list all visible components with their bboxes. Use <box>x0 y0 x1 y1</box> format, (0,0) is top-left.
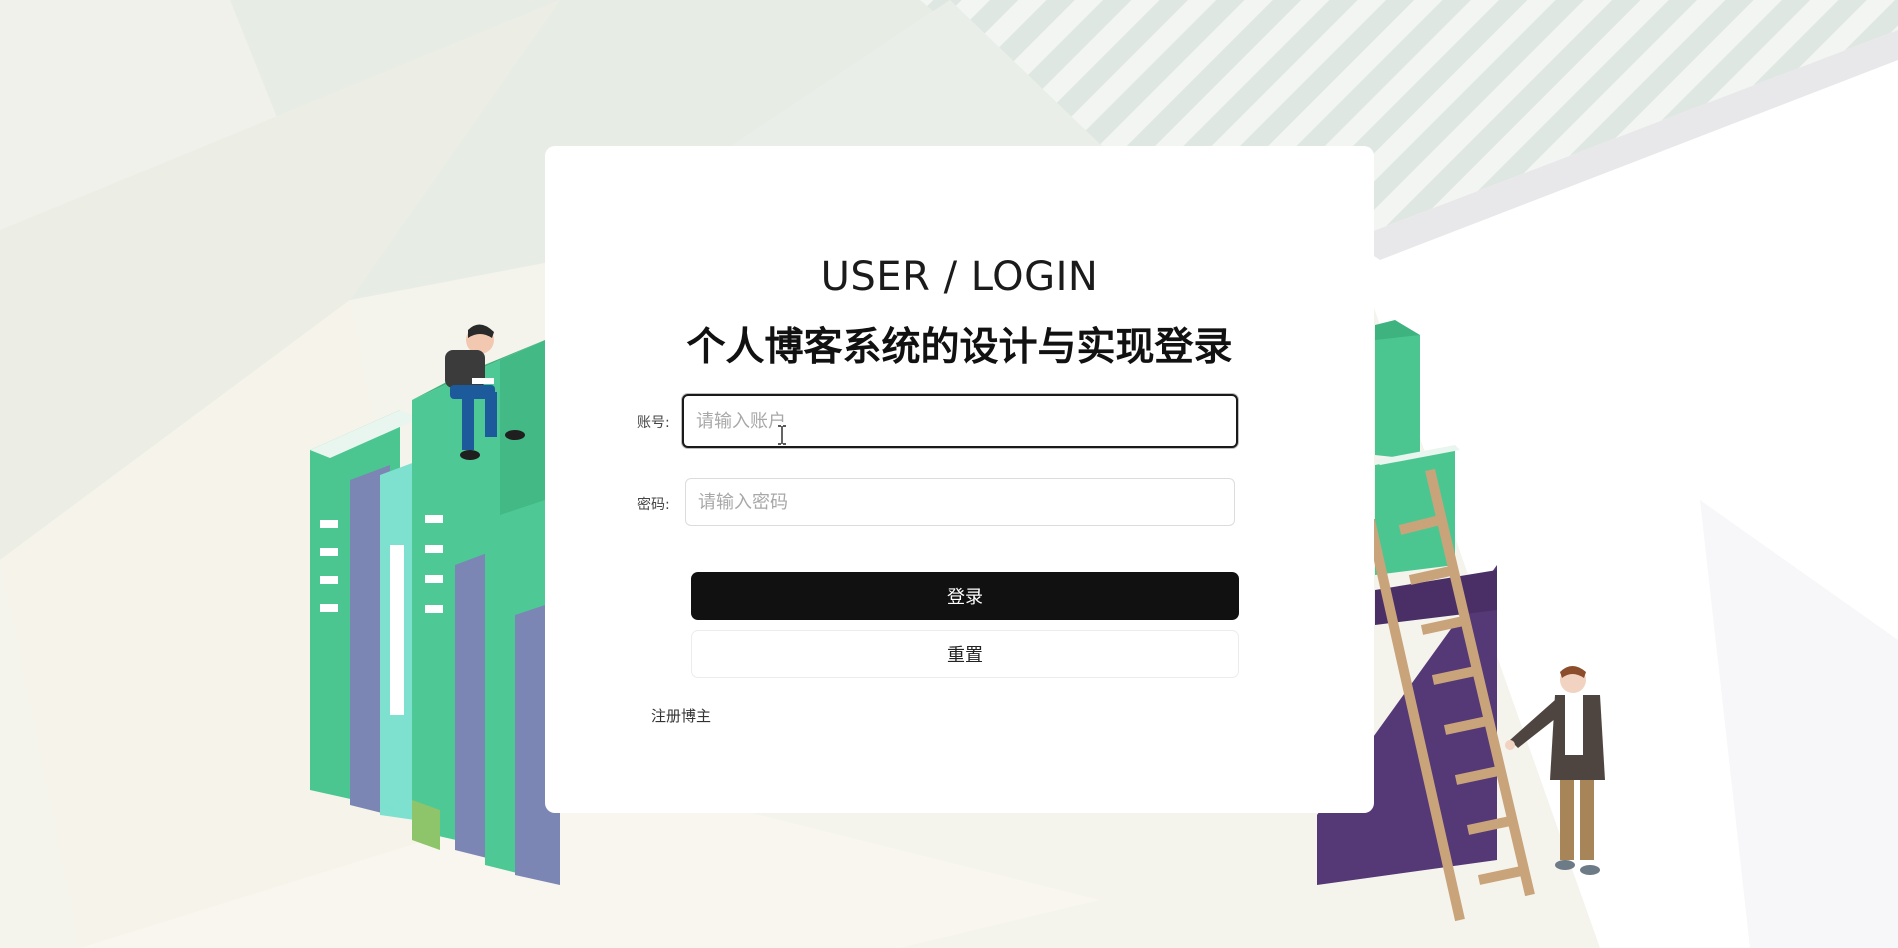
account-label: 账号: <box>637 415 670 431</box>
password-label: 密码: <box>637 497 670 513</box>
title-en: USER / LOGIN <box>820 254 1099 300</box>
password-input[interactable] <box>685 478 1235 526</box>
login-card: USER / LOGIN 个人博客系统的设计与实现登录 账号: 密码: 登录 重… <box>545 146 1374 813</box>
page-title: 个人博客系统的设计与实现登录 <box>686 325 1233 370</box>
register-link[interactable]: 注册博主 <box>651 705 711 726</box>
reset-button[interactable]: 重置 <box>691 630 1239 678</box>
account-input[interactable] <box>682 394 1238 448</box>
text-cursor-icon <box>778 425 786 445</box>
login-button[interactable]: 登录 <box>691 572 1239 620</box>
